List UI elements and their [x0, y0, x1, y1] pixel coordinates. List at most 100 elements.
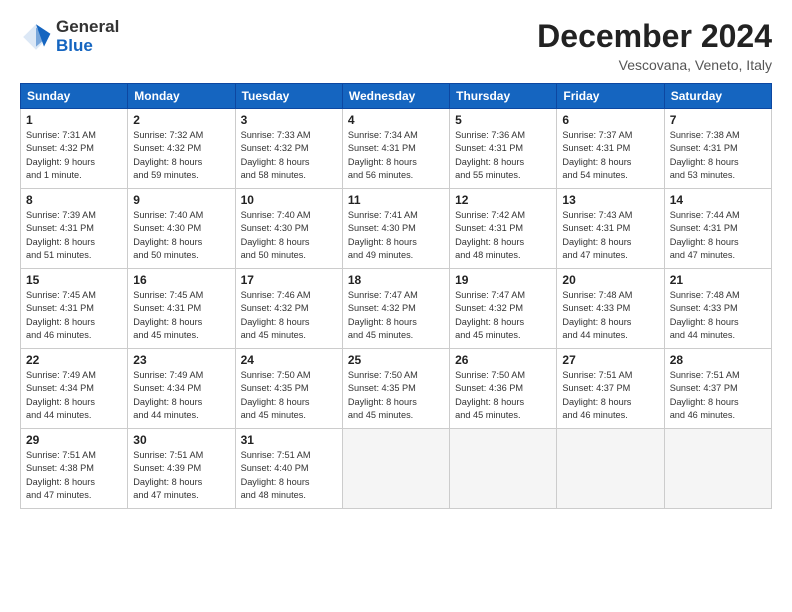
day-number: 27	[562, 353, 658, 367]
calendar-cell: 23Sunrise: 7:49 AMSunset: 4:34 PMDayligh…	[128, 349, 235, 429]
calendar-cell: 30Sunrise: 7:51 AMSunset: 4:39 PMDayligh…	[128, 429, 235, 509]
cell-text: Sunrise: 7:40 AMSunset: 4:30 PMDaylight:…	[133, 209, 229, 262]
logo-icon	[20, 21, 52, 53]
calendar-cell: 8 Sunrise: 7:39 AMSunset: 4:31 PMDaylight…	[21, 189, 128, 269]
day-number: 24	[241, 353, 337, 367]
cell-text: Sunrise: 7:34 AMSunset: 4:31 PMDaylight:…	[348, 129, 444, 182]
calendar-cell: 11 Sunrise: 7:41 AMSunset: 4:30 PMDayligh…	[342, 189, 449, 269]
title-month: December 2024	[537, 18, 772, 55]
cell-text: Sunrise: 7:51 AMSunset: 4:38 PMDaylight:…	[26, 449, 122, 502]
cell-text: Sunrise: 7:51 AMSunset: 4:37 PMDaylight:…	[670, 369, 766, 422]
day-number: 20	[562, 273, 658, 287]
week-row-2: 8 Sunrise: 7:39 AMSunset: 4:31 PMDaylight…	[21, 189, 772, 269]
week-row-1: 1 Sunrise: 7:31 AMSunset: 4:32 PMDaylight…	[21, 109, 772, 189]
day-number: 16	[133, 273, 229, 287]
day-number: 30	[133, 433, 229, 447]
calendar-cell: 4 Sunrise: 7:34 AMSunset: 4:31 PMDaylight…	[342, 109, 449, 189]
calendar-cell: 3 Sunrise: 7:33 AMSunset: 4:32 PMDaylight…	[235, 109, 342, 189]
calendar-cell: 5Sunrise: 7:36 AMSunset: 4:31 PMDaylight…	[450, 109, 557, 189]
weekday-tuesday: Tuesday	[235, 84, 342, 109]
cell-text: Sunrise: 7:42 AMSunset: 4:31 PMDaylight:…	[455, 209, 551, 262]
day-number: 9	[133, 193, 229, 207]
day-number: 11	[348, 193, 444, 207]
day-number: 13	[562, 193, 658, 207]
calendar-cell: 10 Sunrise: 7:40 AMSunset: 4:30 PMDayligh…	[235, 189, 342, 269]
logo: General Blue	[20, 18, 119, 55]
calendar-cell: 13Sunrise: 7:43 AMSunset: 4:31 PMDayligh…	[557, 189, 664, 269]
day-number: 10	[241, 193, 337, 207]
calendar-cell: 14Sunrise: 7:44 AMSunset: 4:31 PMDayligh…	[664, 189, 771, 269]
day-number: 26	[455, 353, 551, 367]
day-number: 5	[455, 113, 551, 127]
calendar-cell: 2 Sunrise: 7:32 AMSunset: 4:32 PMDaylight…	[128, 109, 235, 189]
weekday-wednesday: Wednesday	[342, 84, 449, 109]
calendar-cell: 6 Sunrise: 7:37 AMSunset: 4:31 PMDaylight…	[557, 109, 664, 189]
logo-general: General	[56, 18, 119, 37]
weekday-thursday: Thursday	[450, 84, 557, 109]
cell-text: Sunrise: 7:45 AMSunset: 4:31 PMDaylight:…	[133, 289, 229, 342]
day-number: 22	[26, 353, 122, 367]
calendar-cell	[450, 429, 557, 509]
day-number: 4	[348, 113, 444, 127]
day-number: 8	[26, 193, 122, 207]
day-number: 21	[670, 273, 766, 287]
day-number: 29	[26, 433, 122, 447]
cell-text: Sunrise: 7:32 AMSunset: 4:32 PMDaylight:…	[133, 129, 229, 182]
cell-text: Sunrise: 7:46 AMSunset: 4:32 PMDaylight:…	[241, 289, 337, 342]
cell-text: Sunrise: 7:48 AMSunset: 4:33 PMDaylight:…	[670, 289, 766, 342]
calendar-cell: 1 Sunrise: 7:31 AMSunset: 4:32 PMDaylight…	[21, 109, 128, 189]
cell-text: Sunrise: 7:31 AMSunset: 4:32 PMDaylight:…	[26, 129, 122, 182]
calendar-cell	[664, 429, 771, 509]
day-number: 25	[348, 353, 444, 367]
cell-text: Sunrise: 7:41 AMSunset: 4:30 PMDaylight:…	[348, 209, 444, 262]
cell-text: Sunrise: 7:50 AMSunset: 4:35 PMDaylight:…	[241, 369, 337, 422]
logo-text: General Blue	[56, 18, 119, 55]
day-number: 1	[26, 113, 122, 127]
calendar-cell	[557, 429, 664, 509]
calendar-cell: 15Sunrise: 7:45 AMSunset: 4:31 PMDayligh…	[21, 269, 128, 349]
logo-blue: Blue	[56, 37, 119, 56]
cell-text: Sunrise: 7:40 AMSunset: 4:30 PMDaylight:…	[241, 209, 337, 262]
calendar-cell: 27 Sunrise: 7:51 AMSunset: 4:37 PMDayligh…	[557, 349, 664, 429]
calendar-cell	[342, 429, 449, 509]
calendar-table: SundayMondayTuesdayWednesdayThursdayFrid…	[20, 83, 772, 509]
week-row-5: 29 Sunrise: 7:51 AMSunset: 4:38 PMDayligh…	[21, 429, 772, 509]
cell-text: Sunrise: 7:51 AMSunset: 4:37 PMDaylight:…	[562, 369, 658, 422]
calendar-cell: 20 Sunrise: 7:48 AMSunset: 4:33 PMDayligh…	[557, 269, 664, 349]
cell-text: Sunrise: 7:50 AMSunset: 4:36 PMDaylight:…	[455, 369, 551, 422]
cell-text: Sunrise: 7:49 AMSunset: 4:34 PMDaylight:…	[26, 369, 122, 422]
calendar-cell: 7 Sunrise: 7:38 AMSunset: 4:31 PMDaylight…	[664, 109, 771, 189]
cell-text: Sunrise: 7:47 AMSunset: 4:32 PMDaylight:…	[455, 289, 551, 342]
calendar-cell: 24 Sunrise: 7:50 AMSunset: 4:35 PMDayligh…	[235, 349, 342, 429]
weekday-sunday: Sunday	[21, 84, 128, 109]
day-number: 23	[133, 353, 229, 367]
week-row-4: 22 Sunrise: 7:49 AMSunset: 4:34 PMDayligh…	[21, 349, 772, 429]
calendar-cell: 21 Sunrise: 7:48 AMSunset: 4:33 PMDayligh…	[664, 269, 771, 349]
calendar-cell: 22 Sunrise: 7:49 AMSunset: 4:34 PMDayligh…	[21, 349, 128, 429]
day-number: 19	[455, 273, 551, 287]
header: General Blue December 2024 Vescovana, Ve…	[20, 18, 772, 73]
cell-text: Sunrise: 7:37 AMSunset: 4:31 PMDaylight:…	[562, 129, 658, 182]
cell-text: Sunrise: 7:44 AMSunset: 4:31 PMDaylight:…	[670, 209, 766, 262]
day-number: 6	[562, 113, 658, 127]
calendar-cell: 16 Sunrise: 7:45 AMSunset: 4:31 PMDayligh…	[128, 269, 235, 349]
cell-text: Sunrise: 7:39 AMSunset: 4:31 PMDaylight:…	[26, 209, 122, 262]
calendar-cell: 25 Sunrise: 7:50 AMSunset: 4:35 PMDayligh…	[342, 349, 449, 429]
calendar-cell: 26 Sunrise: 7:50 AMSunset: 4:36 PMDayligh…	[450, 349, 557, 429]
cell-text: Sunrise: 7:38 AMSunset: 4:31 PMDaylight:…	[670, 129, 766, 182]
day-number: 2	[133, 113, 229, 127]
day-number: 3	[241, 113, 337, 127]
cell-text: Sunrise: 7:48 AMSunset: 4:33 PMDaylight:…	[562, 289, 658, 342]
calendar-cell: 12Sunrise: 7:42 AMSunset: 4:31 PMDayligh…	[450, 189, 557, 269]
calendar-cell: 31Sunrise: 7:51 AMSunset: 4:40 PMDayligh…	[235, 429, 342, 509]
week-row-3: 15Sunrise: 7:45 AMSunset: 4:31 PMDayligh…	[21, 269, 772, 349]
cell-text: Sunrise: 7:45 AMSunset: 4:31 PMDaylight:…	[26, 289, 122, 342]
day-number: 17	[241, 273, 337, 287]
day-number: 28	[670, 353, 766, 367]
day-number: 18	[348, 273, 444, 287]
calendar-cell: 28 Sunrise: 7:51 AMSunset: 4:37 PMDayligh…	[664, 349, 771, 429]
calendar-cell: 17 Sunrise: 7:46 AMSunset: 4:32 PMDayligh…	[235, 269, 342, 349]
day-number: 7	[670, 113, 766, 127]
cell-text: Sunrise: 7:50 AMSunset: 4:35 PMDaylight:…	[348, 369, 444, 422]
cell-text: Sunrise: 7:33 AMSunset: 4:32 PMDaylight:…	[241, 129, 337, 182]
